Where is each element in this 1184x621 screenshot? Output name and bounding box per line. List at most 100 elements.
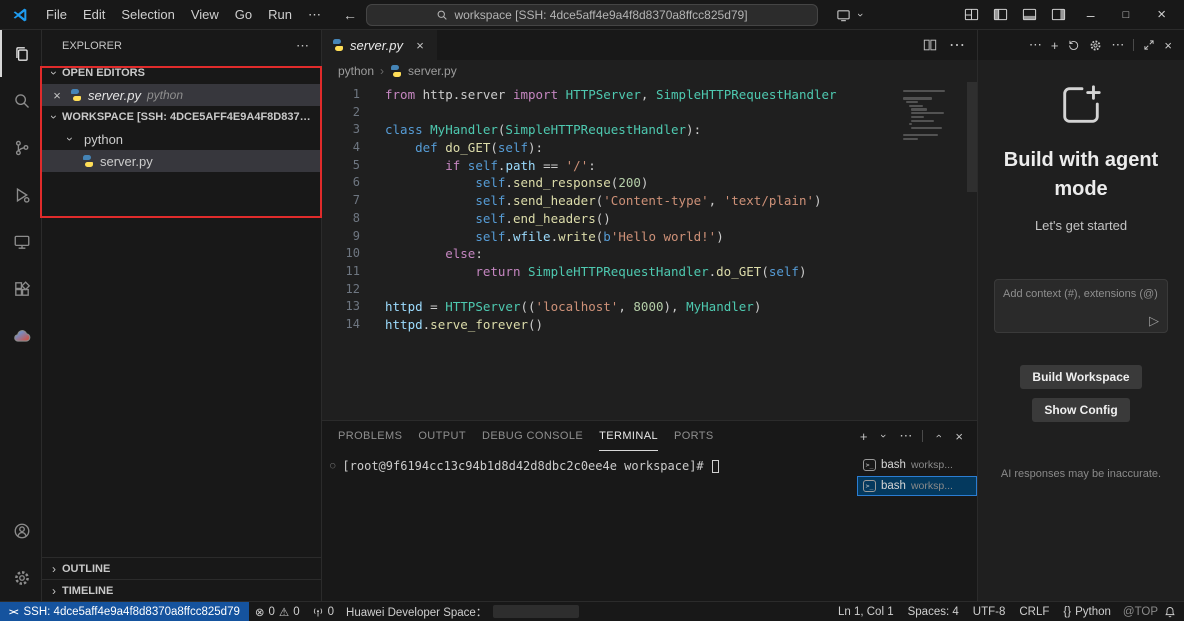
editor-scrollbar[interactable] — [967, 82, 977, 192]
problems-status[interactable]: ⊗ 0 ⚠ 0 — [249, 605, 306, 619]
maximize-button[interactable]: □ — [1109, 0, 1144, 29]
activity-account[interactable] — [0, 507, 42, 554]
explorer-more-actions[interactable]: ⋯ — [296, 38, 309, 54]
timeline-header[interactable]: › TIMELINE — [42, 579, 321, 601]
chat-input[interactable]: Add context (#), extensions (@) ▷ — [994, 279, 1168, 333]
close-window-button[interactable]: × — [1143, 0, 1184, 29]
terminal[interactable]: ○ [root@9f6194cc13c94b1d8d42d8dbc2c0ee4e… — [322, 451, 857, 601]
python-file-icon — [82, 155, 94, 167]
language-status[interactable]: {} Python — [1057, 606, 1117, 618]
menu-more[interactable]: ⋯ — [300, 7, 329, 23]
close-chat-icon[interactable]: × — [1164, 38, 1172, 53]
open-remote-window-button[interactable]: › — [836, 0, 866, 30]
divider — [1133, 39, 1134, 51]
panel-tab-output[interactable]: OUTPUT — [418, 421, 466, 451]
code-line: 6 self.send_response(200) — [322, 174, 977, 192]
encoding-status[interactable]: UTF-8 — [967, 606, 1012, 618]
python-file-icon — [332, 39, 344, 51]
activity-remote-explorer[interactable] — [0, 218, 42, 265]
chat-header: ⋯ + ⋯ × — [978, 30, 1184, 60]
open-editor-item[interactable]: × server.py python — [42, 84, 321, 106]
warning-count: 0 — [293, 606, 299, 618]
workspace-header[interactable]: › WORKSPACE [SSH: 4DCE5AFF4E9A4F8D8370A8… — [42, 106, 321, 128]
terminal-prompt: [root@9f6194cc13c94b1d8d42d8dbc2c0ee4e w… — [342, 459, 703, 473]
activity-run-debug[interactable] — [0, 171, 42, 218]
activity-settings[interactable] — [0, 554, 42, 601]
chevron-right-icon: › — [46, 562, 62, 576]
new-chat-button[interactable]: + — [1051, 38, 1059, 53]
breadcrumb-folder[interactable]: python — [338, 64, 374, 78]
send-icon[interactable]: ▷ — [1149, 313, 1159, 329]
expand-chat-icon[interactable] — [1143, 39, 1155, 51]
close-editor-icon[interactable]: × — [50, 88, 64, 103]
activity-source-control[interactable] — [0, 124, 42, 171]
menu-file[interactable]: File — [38, 7, 75, 23]
remote-icon: >< — [9, 607, 18, 617]
terminal-list-item[interactable]: >_bashworksp... — [857, 476, 977, 496]
code-editor[interactable]: 1from http.server import HTTPServer, Sim… — [322, 82, 977, 420]
tree-item-python-folder[interactable]: › python — [42, 128, 321, 150]
indentation-status[interactable]: Spaces: 4 — [902, 606, 965, 618]
explorer-sidebar: EXPLORER ⋯ › OPEN EDITORS × server.py py… — [42, 30, 322, 601]
chat-history-icon[interactable] — [1067, 39, 1080, 52]
menu-selection[interactable]: Selection — [113, 7, 182, 23]
panel-tab-problems[interactable]: PROBLEMS — [338, 421, 402, 451]
outline-header[interactable]: › OUTLINE — [42, 557, 321, 579]
panel-tab-terminal[interactable]: TERMINAL — [599, 421, 658, 451]
toggle-panel-icon[interactable] — [1015, 0, 1044, 29]
chevron-down-icon: › — [854, 9, 866, 21]
new-terminal-button[interactable]: + — [860, 429, 868, 444]
back-button[interactable]: ← — [343, 7, 357, 23]
close-panel-icon[interactable]: × — [955, 429, 963, 444]
editor-more-actions[interactable]: ⋯ — [949, 35, 965, 55]
host-label: Huawei Developer Space： — [346, 604, 487, 620]
activity-search[interactable] — [0, 77, 42, 124]
breadcrumb: python › server.py — [322, 60, 977, 82]
language-label: Python — [1075, 606, 1111, 618]
menu-go[interactable]: Go — [227, 7, 260, 23]
breadcrumb-file[interactable]: server.py — [408, 64, 457, 78]
host-status: Huawei Developer Space： — [340, 604, 585, 620]
activity-huawei-cloud[interactable] — [0, 312, 42, 359]
code-line: 7 self.send_header('Content-type', 'text… — [322, 192, 977, 210]
tab-server-py[interactable]: server.py × — [322, 30, 437, 60]
chat-overflow-icon[interactable]: ⋯ — [1111, 37, 1124, 53]
panel-tab-debug-console[interactable]: DEBUG CONSOLE — [482, 421, 583, 451]
chat-more-actions[interactable]: ⋯ — [1029, 37, 1042, 53]
toggle-secondary-sidebar-icon[interactable] — [1044, 0, 1073, 29]
python-file-icon — [390, 65, 402, 77]
split-editor-icon[interactable] — [923, 38, 937, 52]
activity-explorer[interactable] — [0, 30, 42, 77]
close-tab-icon[interactable]: × — [413, 38, 427, 53]
command-center[interactable]: workspace [SSH: 4dce5aff4e9a4f8d8370a8ff… — [366, 4, 818, 26]
notifications-bell-icon[interactable] — [1164, 606, 1176, 618]
explorer-title: EXPLORER — [62, 40, 122, 52]
remote-indicator[interactable]: >< SSH: 4dce5aff4e9a4f8d8370a8ffcc825d79 — [0, 602, 249, 621]
panel-tab-ports[interactable]: PORTS — [674, 421, 714, 451]
chat-subheading: Let's get started — [1035, 218, 1127, 233]
minimap[interactable] — [903, 90, 959, 142]
ports-status[interactable]: 0 — [306, 606, 340, 618]
code-line: 9 self.wfile.write(b'Hello world!') — [322, 228, 977, 246]
terminal-profile-dropdown-icon[interactable]: › — [877, 430, 889, 442]
code-line: 2 — [322, 104, 977, 122]
chat-settings-icon[interactable] — [1089, 39, 1102, 52]
eol-status[interactable]: CRLF — [1013, 606, 1055, 618]
build-workspace-button[interactable]: Build Workspace — [1020, 365, 1141, 389]
terminal-list-item[interactable]: >_bashworksp... — [857, 455, 977, 475]
panel-more-actions[interactable]: ⋯ — [899, 428, 912, 444]
customize-layout-icon[interactable] — [957, 0, 986, 29]
show-config-button[interactable]: Show Config — [1032, 398, 1129, 422]
tree-item-server-py[interactable]: server.py — [42, 150, 321, 172]
minimize-button[interactable]: – — [1073, 0, 1109, 29]
menu-edit[interactable]: Edit — [75, 7, 113, 23]
remote-label: SSH: 4dce5aff4e9a4f8d8370a8ffcc825d79 — [24, 606, 240, 618]
menu-run[interactable]: Run — [260, 7, 300, 23]
cursor-position[interactable]: Ln 1, Col 1 — [832, 606, 900, 618]
maximize-panel-icon[interactable]: › — [933, 430, 945, 442]
open-editor-filename: server.py — [88, 88, 141, 103]
open-editors-header[interactable]: › OPEN EDITORS — [42, 62, 321, 84]
toggle-sidebar-icon[interactable] — [986, 0, 1015, 29]
activity-extensions[interactable] — [0, 265, 42, 312]
menu-view[interactable]: View — [183, 7, 227, 23]
